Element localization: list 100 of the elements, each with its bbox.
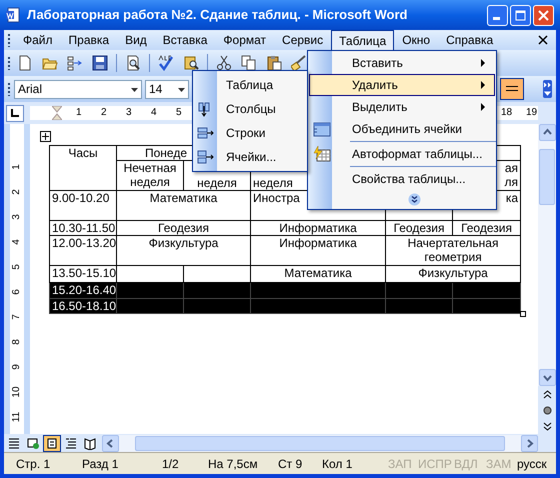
font-size: 14 bbox=[148, 81, 164, 98]
next-page-icon[interactable] bbox=[542, 422, 552, 430]
cut-icon[interactable] bbox=[216, 55, 232, 71]
status-field: 1/2 bbox=[162, 454, 208, 472]
merge-cells-icon bbox=[312, 121, 330, 137]
status-field: русск bbox=[517, 454, 557, 472]
menu-item[interactable]: Формат bbox=[215, 30, 274, 50]
format-painter-icon[interactable] bbox=[291, 55, 307, 71]
menu-item[interactable]: Таблица bbox=[331, 30, 394, 50]
table-cell bbox=[386, 298, 453, 314]
save-icon[interactable] bbox=[92, 55, 108, 71]
status-field: ВДЛ bbox=[454, 454, 486, 472]
ruler-number: 1 bbox=[10, 163, 23, 172]
submenu-arrow-icon bbox=[480, 103, 486, 111]
status-field: ЗАП bbox=[388, 454, 418, 472]
ruler-number: 2 bbox=[101, 106, 107, 120]
menu-item[interactable]: Таблица bbox=[193, 73, 307, 97]
scroll-up-button[interactable] bbox=[538, 124, 556, 141]
ruler-number: 11 bbox=[10, 410, 23, 424]
menu-item[interactable]: Строки bbox=[193, 121, 307, 145]
spelling-check-icon[interactable] bbox=[158, 55, 174, 71]
document-icon bbox=[6, 7, 22, 23]
toolbar-options-icon[interactable] bbox=[543, 80, 552, 98]
research-icon[interactable] bbox=[183, 55, 199, 71]
table-cell: Геодезия bbox=[386, 220, 453, 236]
scroll-left-button[interactable] bbox=[102, 434, 119, 452]
close-icon[interactable] bbox=[538, 35, 548, 45]
ruler-number: 1 bbox=[76, 106, 82, 120]
scroll-thumb[interactable] bbox=[539, 149, 555, 205]
menu-item[interactable]: Вид bbox=[117, 30, 155, 50]
maximize-button[interactable] bbox=[510, 4, 531, 26]
double-line-icon bbox=[506, 86, 518, 92]
table-cell: Начертательная геометрия bbox=[386, 236, 521, 266]
minimize-button[interactable] bbox=[487, 4, 508, 26]
menu-item[interactable]: Выделить bbox=[309, 96, 495, 118]
toolbar-grip-icon bbox=[8, 56, 11, 70]
outline-view-icon bbox=[64, 436, 78, 450]
status-field: ЗАМ bbox=[486, 454, 517, 472]
status-field: На 7,5см bbox=[208, 454, 278, 472]
list-arrow-icon[interactable] bbox=[67, 55, 83, 71]
previous-page-icon[interactable] bbox=[542, 390, 552, 398]
toolbar-grip-icon bbox=[8, 33, 11, 47]
font-name-field[interactable]: Arial bbox=[14, 80, 142, 98]
font-size-field[interactable]: 14 bbox=[145, 80, 189, 98]
table-autoformat-icon bbox=[312, 146, 330, 162]
new-document-icon[interactable] bbox=[17, 55, 33, 71]
ruler-number: 6 bbox=[10, 288, 23, 297]
ruler-number: 3 bbox=[126, 106, 132, 120]
menu-item[interactable]: Удалить bbox=[309, 74, 495, 96]
ruler-number: 4 bbox=[10, 238, 23, 247]
print-layout-icon bbox=[45, 436, 59, 450]
table-cell: Нечетная неделя bbox=[116, 160, 184, 190]
ruler-number: 9 bbox=[10, 363, 23, 372]
print-preview-icon[interactable] bbox=[125, 55, 141, 71]
submenu-arrow-icon bbox=[480, 81, 486, 89]
web-layout-icon bbox=[26, 436, 40, 450]
table-cell: 16.50-18.10 bbox=[50, 298, 116, 314]
delete-rows-icon bbox=[196, 126, 214, 140]
delete-cells-icon bbox=[196, 150, 214, 164]
status-field: ИСПР bbox=[418, 454, 454, 472]
scroll-down-button[interactable] bbox=[538, 369, 556, 386]
expand-chevron-icon[interactable] bbox=[408, 192, 420, 206]
status-field: Ст 9 bbox=[278, 454, 322, 472]
menu-item[interactable]: Вставка bbox=[154, 30, 216, 50]
menu-item[interactable]: Правка bbox=[60, 30, 118, 50]
tab-selector[interactable] bbox=[6, 104, 24, 122]
table-cell: Часы bbox=[50, 146, 116, 160]
menu-item[interactable]: Окно bbox=[394, 30, 438, 50]
table-cell: 12.00-13.20 bbox=[50, 236, 116, 266]
browse-object-icon[interactable] bbox=[542, 406, 552, 414]
close-button[interactable] bbox=[533, 4, 554, 26]
borders-button[interactable] bbox=[500, 78, 524, 100]
table-cell bbox=[452, 298, 521, 314]
table-cell: Физкультура bbox=[116, 236, 251, 266]
indent-marker-icon[interactable] bbox=[52, 106, 62, 120]
table-resize-handle[interactable] bbox=[520, 311, 526, 317]
view-button[interactable] bbox=[43, 434, 61, 452]
scroll-thumb[interactable] bbox=[135, 436, 505, 450]
menu-item[interactable]: Справка bbox=[438, 30, 502, 50]
window-title: Лабораторная работа №2. Сдание таблиц. - Microsoft Word bbox=[27, 6, 408, 24]
table-cell: Информатика bbox=[250, 236, 386, 266]
menu-item[interactable]: Объединить ячейки bbox=[309, 118, 495, 140]
ruler-number: 10 bbox=[10, 385, 23, 399]
menu-item[interactable]: Сервис bbox=[274, 30, 332, 50]
ruler-number: 8 bbox=[10, 338, 23, 347]
copy-icon[interactable] bbox=[241, 55, 257, 71]
table-move-handle-icon[interactable] bbox=[40, 131, 51, 142]
table-cell bbox=[116, 298, 184, 314]
ruler-number: 5 bbox=[10, 263, 23, 272]
ruler-number: 2 bbox=[10, 188, 23, 197]
close-icon bbox=[538, 10, 549, 20]
table-cell: Геодезия bbox=[452, 220, 521, 236]
scroll-right-button[interactable] bbox=[521, 434, 538, 452]
status-field: Разд 1 bbox=[82, 454, 162, 472]
status-field: Стр. 1 bbox=[4, 454, 82, 472]
ruler-number: 5 bbox=[176, 106, 182, 120]
ruler-number: 19 bbox=[526, 106, 538, 120]
menu-item[interactable]: Файл bbox=[15, 30, 61, 50]
paste-icon[interactable] bbox=[266, 55, 282, 71]
menu-item[interactable]: Столбцы bbox=[193, 97, 307, 121]
